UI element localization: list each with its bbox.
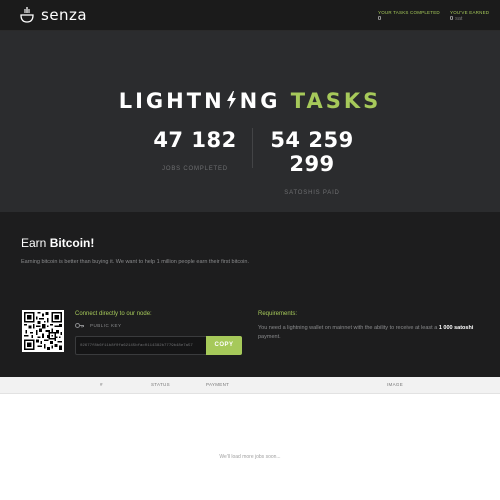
- hero-title-lightning-part2: NG: [239, 89, 281, 113]
- jobs-table-header: # STATUS PAYMENT IMAGE: [0, 377, 500, 394]
- lightning-bolt-icon: [226, 91, 236, 109]
- connect-node-title: Connect directly to our node:: [75, 311, 152, 317]
- column-header-number: #: [100, 382, 103, 387]
- tasks-completed-label: YOUR TASKS COMPLETED: [378, 10, 440, 15]
- requirements-text-prefix: You need a lightning wallet on mainnet w…: [258, 325, 438, 331]
- satoshis-paid-value: 54 259 299: [270, 128, 354, 176]
- jobs-completed-label: JOBS COMPLETED: [162, 166, 228, 172]
- bowl-logo-icon: [20, 7, 34, 23]
- copy-button[interactable]: COPY: [206, 336, 242, 355]
- satoshis-paid-label: SATOSHIS PAID: [284, 190, 340, 196]
- top-navigation-bar: senza YOUR TASKS COMPLETED 0 YOU'VE EARN…: [0, 0, 500, 31]
- key-icon: [75, 323, 84, 328]
- public-key-label-row: PUBLIC KEY: [75, 323, 122, 328]
- earn-title: Earn Bitcoin!: [21, 236, 94, 250]
- earned-stat: 0 sat: [450, 16, 462, 22]
- hero-title: LIGHTN NG TASKS: [0, 89, 500, 113]
- jobs-completed-value: 47 182: [153, 128, 237, 152]
- requirements-text: You need a lightning wallet on mainnet w…: [258, 324, 478, 342]
- brand-name: senza: [41, 6, 88, 24]
- public-key-field[interactable]: 02677f8b6f11b8f0fa62145bfac0114382b7779b…: [75, 336, 207, 355]
- qr-code-icon: [24, 312, 62, 350]
- hero-title-lightning-part1: LIGHTN: [118, 89, 225, 113]
- earned-value: 0: [450, 16, 454, 22]
- senza-logo[interactable]: senza: [20, 6, 87, 24]
- tasks-completed-value: 0: [378, 16, 382, 22]
- column-header-image: IMAGE: [387, 382, 404, 387]
- hero-section: [0, 31, 500, 212]
- requirements-text-suffix: payment.: [258, 334, 281, 340]
- earned-unit: sat: [455, 16, 463, 22]
- earn-section: Earn Bitcoin! Earning bitcoin is better …: [0, 212, 500, 377]
- earn-description: Earning bitcoin is better than buying it…: [21, 259, 249, 265]
- loading-more-jobs-text: We'll load more jobs soon...: [219, 454, 281, 460]
- requirements-text-bold: 1 000 satoshi: [438, 325, 474, 331]
- counter-divider: [252, 128, 253, 168]
- node-qr-code: [22, 310, 64, 352]
- column-header-status: STATUS: [151, 382, 170, 387]
- column-header-payment: PAYMENT: [206, 382, 230, 387]
- earned-label: YOU'VE EARNED: [450, 10, 490, 15]
- requirements-title: Requirements:: [258, 311, 298, 317]
- public-key-label: PUBLIC KEY: [90, 323, 122, 328]
- hero-title-accent: TASKS: [290, 89, 382, 113]
- jobs-completed-counter: 47 182 JOBS COMPLETED: [145, 128, 245, 172]
- satoshis-paid-counter: 54 259 299 SATOSHIS PAID: [262, 128, 362, 196]
- earn-title-prefix: Earn: [21, 236, 47, 250]
- earn-title-bold: Bitcoin!: [49, 236, 95, 250]
